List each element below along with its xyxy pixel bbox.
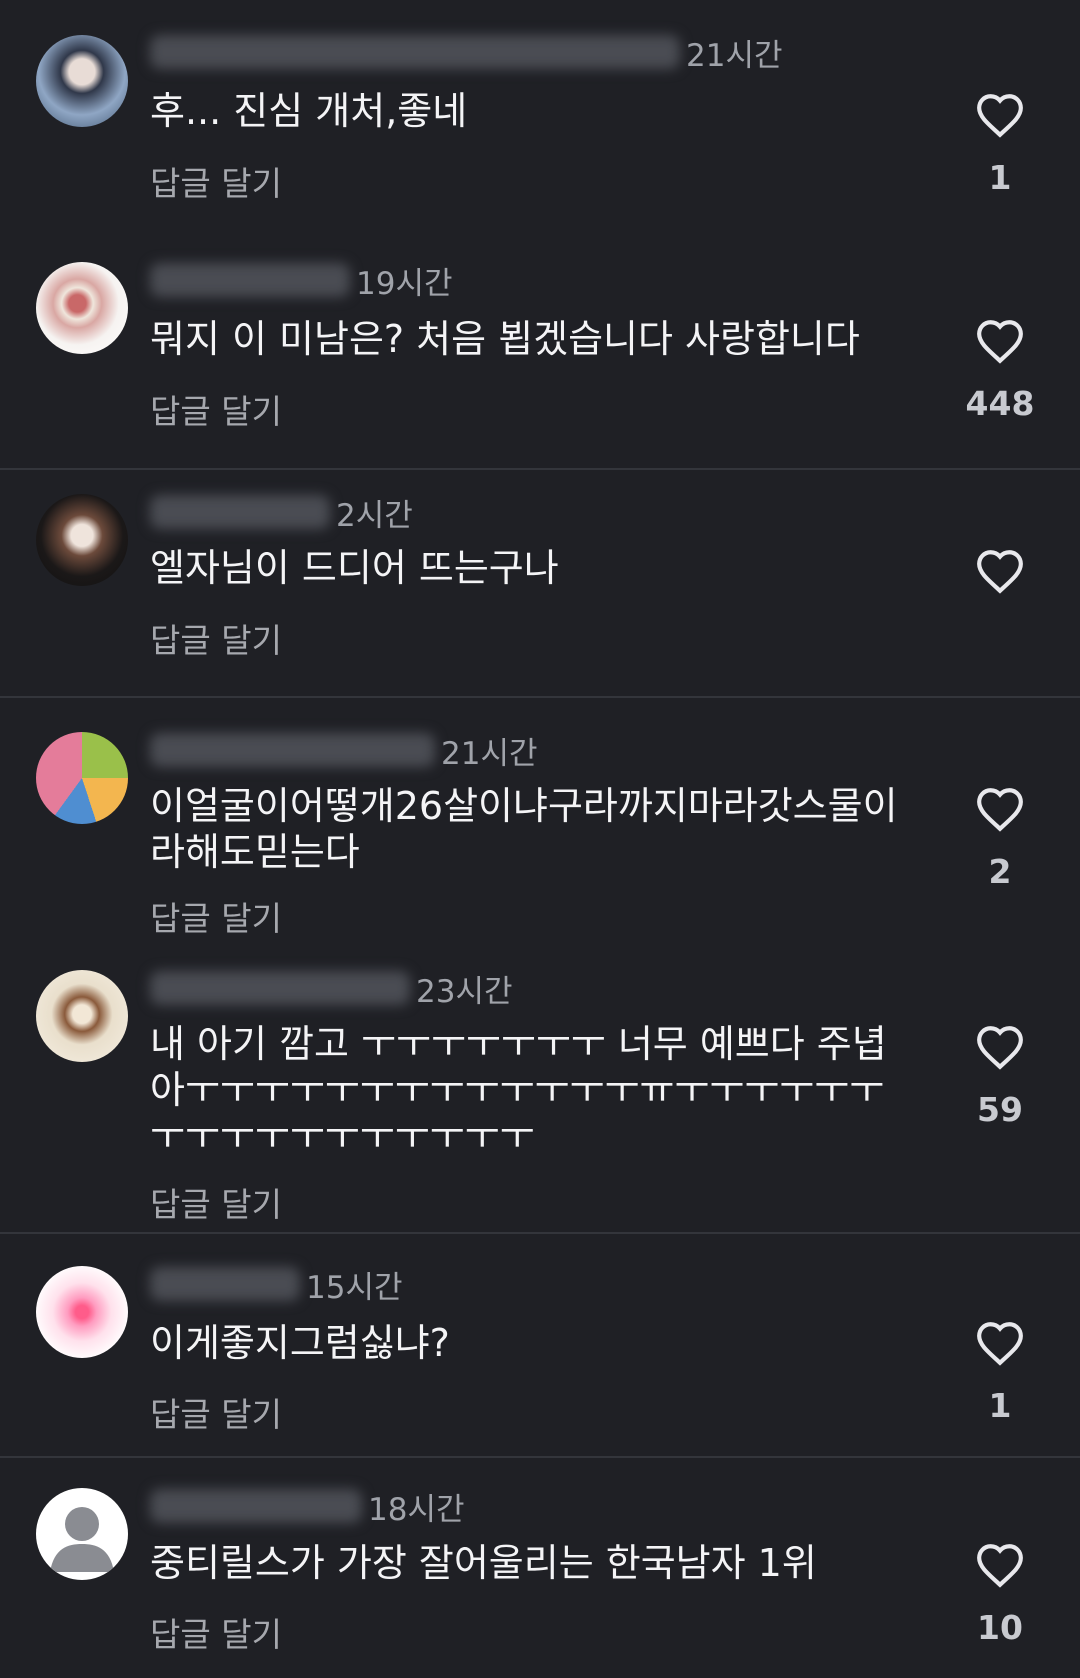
avatar[interactable] — [36, 494, 128, 586]
reply-button[interactable]: 답글 달기 — [150, 385, 282, 433]
username-blurred[interactable] — [150, 495, 330, 529]
like-control: 2 — [960, 786, 1040, 892]
comment-text: 후... 진심 개처,좋네 — [150, 89, 468, 133]
like-control — [960, 548, 1040, 654]
heart-icon[interactable] — [975, 92, 1025, 138]
comment-divider — [0, 1456, 1080, 1458]
default-person-icon — [50, 1507, 114, 1572]
like-count — [960, 614, 1040, 654]
reply-button[interactable]: 답글 달기 — [150, 614, 282, 662]
username-blurred[interactable] — [150, 263, 350, 297]
comment-text: 이게좋지그럼싫냐? — [150, 1321, 450, 1365]
comment-divider — [0, 468, 1080, 470]
like-count: 1 — [988, 158, 1012, 197]
heart-icon[interactable] — [975, 1024, 1025, 1070]
heart-icon[interactable] — [975, 1542, 1025, 1588]
comment-divider — [0, 696, 1080, 698]
like-control: 10 — [960, 1542, 1040, 1648]
avatar[interactable] — [36, 262, 128, 354]
like-count: 10 — [977, 1608, 1023, 1647]
like-control: 1 — [960, 1320, 1040, 1426]
username-blurred[interactable] — [150, 971, 410, 1005]
reply-button[interactable]: 답글 달기 — [150, 1608, 282, 1656]
comment-text: 내 아기 깜고 ㅜㅜㅜㅜㅜㅜㅜ 너무 예쁘다 주녑아ㅜㅜㅜㅜㅜㅜㅜㅜㅜㅜㅜㅜㅜㅠ… — [150, 1022, 887, 1158]
like-count: 59 — [977, 1090, 1023, 1129]
comment-time: 19시간 — [356, 265, 453, 302]
like-control: 1 — [960, 92, 1040, 198]
heart-icon[interactable] — [975, 318, 1025, 364]
like-count: 2 — [988, 852, 1012, 891]
comment-text: 이얼굴이어떻개26살이냐구라까지마라갓스물이라해도믿는다 — [150, 784, 898, 874]
heart-icon[interactable] — [975, 1320, 1025, 1366]
comment-time: 15시간 — [306, 1269, 403, 1306]
username-blurred[interactable] — [150, 35, 680, 69]
heart-icon[interactable] — [975, 786, 1025, 832]
reply-button[interactable]: 답글 달기 — [150, 1388, 282, 1436]
username-blurred[interactable] — [150, 1267, 300, 1301]
comment-text: 뭐지 이 미남은? 처음 뵙겠습니다 사랑합니다 — [150, 317, 860, 361]
username-blurred[interactable] — [150, 733, 435, 767]
avatar[interactable] — [36, 970, 128, 1062]
reply-button[interactable]: 답글 달기 — [150, 157, 282, 205]
comment-time: 21시간 — [441, 735, 538, 772]
comment-time: 18시간 — [368, 1491, 465, 1528]
avatar[interactable] — [36, 732, 128, 824]
comment-time: 21시간 — [686, 37, 783, 74]
comment-text: 엘자님이 드디어 뜨는구나 — [150, 546, 559, 590]
like-count: 1 — [988, 1386, 1012, 1425]
comment-text: 중티릴스가 가장 잘어울리는 한국남자 1위 — [150, 1541, 817, 1585]
avatar[interactable] — [36, 1266, 128, 1358]
avatar[interactable] — [36, 1488, 128, 1580]
comment-divider — [0, 1232, 1080, 1234]
comment-time: 23시간 — [416, 973, 513, 1010]
like-count: 448 — [965, 384, 1035, 423]
comment-time: 2시간 — [336, 497, 413, 534]
reply-button[interactable]: 답글 달기 — [150, 1178, 282, 1226]
reply-button[interactable]: 답글 달기 — [150, 892, 282, 940]
like-control: 448 — [960, 318, 1040, 424]
username-blurred[interactable] — [150, 1489, 362, 1523]
heart-icon[interactable] — [975, 548, 1025, 594]
avatar[interactable] — [36, 35, 128, 127]
like-control: 59 — [960, 1024, 1040, 1130]
